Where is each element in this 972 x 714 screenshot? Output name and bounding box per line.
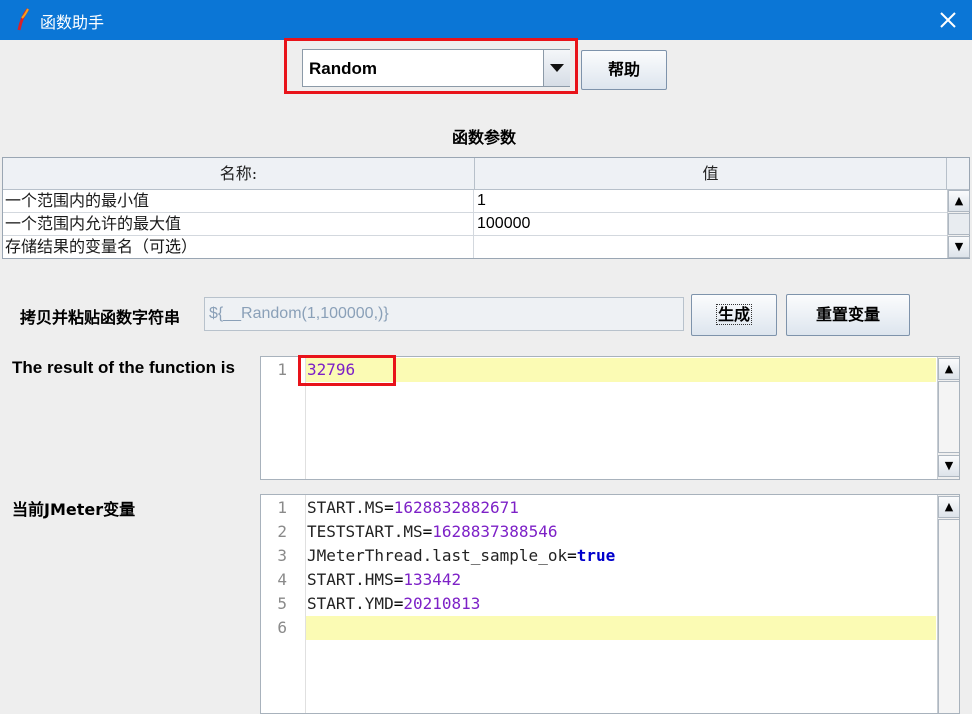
scroll-up-icon[interactable]: ▲ (938, 496, 959, 518)
code-line[interactable]: START.HMS=133442 (307, 568, 461, 592)
generate-button[interactable]: 生成 (691, 294, 777, 336)
variable-key: START.HMS (307, 570, 394, 589)
feather-icon (17, 8, 30, 31)
table-row[interactable]: 一个范围内允许的最大值 100000 (3, 213, 947, 236)
table-scrollbar[interactable]: ▲ ▼ (947, 190, 970, 258)
line-number: 1 (277, 360, 287, 379)
dropdown-button[interactable] (543, 50, 570, 86)
variable-value: 1628837388546 (432, 522, 558, 541)
line-number: 4 (277, 570, 287, 589)
line-number: 2 (277, 522, 287, 541)
generate-button-label: 生成 (715, 304, 752, 325)
variable-key: START.MS (307, 498, 385, 517)
column-header-value[interactable]: 值 (475, 158, 947, 190)
variable-value: 20210813 (403, 594, 481, 613)
variable-value: true (576, 546, 616, 565)
function-string-label: 拷贝并粘贴函数字符串 (20, 308, 181, 327)
scroll-track[interactable] (938, 381, 959, 453)
column-header-name[interactable]: 名称: (3, 158, 475, 190)
variable-value: 1628832882671 (393, 498, 519, 517)
code-line[interactable]: START.MS=1628832882671 (307, 496, 519, 520)
table-corner (947, 158, 969, 190)
function-select[interactable]: Random (302, 49, 570, 87)
line-number: 3 (277, 546, 287, 565)
param-name: 一个范围内允许的最大值 (5, 213, 474, 235)
current-line-highlight (306, 616, 936, 640)
variable-key: JMeterThread.last_sample_ok (307, 546, 568, 565)
code-line[interactable]: JMeterThread.last_sample_ok=true (307, 544, 615, 568)
scroll-up-icon[interactable]: ▲ (948, 190, 970, 212)
variable-value: 133442 (403, 570, 462, 589)
highlight-box-result (298, 355, 396, 386)
param-name: 一个范围内的最小值 (5, 190, 474, 212)
title-bar: 函数助手 (0, 0, 972, 40)
table-row[interactable]: 一个范围内的最小值 1 (3, 190, 947, 213)
variable-key: START.YMD (307, 594, 394, 613)
result-label: The result of the function is (12, 358, 235, 377)
scroll-down-icon[interactable]: ▼ (938, 455, 959, 477)
code-line[interactable]: TESTSTART.MS=1628837388546 (307, 520, 557, 544)
variables-scrollbar[interactable]: ▲ (937, 495, 959, 713)
line-number: 5 (277, 594, 287, 613)
function-select-value: Random (309, 59, 377, 78)
close-icon[interactable] (930, 4, 966, 36)
chevron-down-icon (550, 64, 564, 72)
line-number: 1 (277, 498, 287, 517)
params-table: 名称: 值 一个范围内的最小值 1 一个范围内允许的最大值 100000 存储结… (2, 157, 970, 259)
scroll-thumb[interactable] (948, 213, 970, 235)
scroll-track[interactable] (938, 519, 959, 713)
param-value[interactable]: 1 (477, 190, 943, 212)
variables-label: 当前JMeter变量 (12, 500, 136, 519)
scroll-up-icon[interactable]: ▲ (938, 358, 959, 380)
current-line-highlight (306, 358, 936, 382)
params-section-title: 函数参数 (452, 128, 517, 147)
param-value[interactable]: 100000 (477, 213, 943, 235)
result-scrollbar[interactable]: ▲ ▼ (937, 357, 959, 479)
help-button[interactable]: 帮助 (581, 50, 667, 90)
function-string-field[interactable]: ${__Random(1,100000,)} (204, 297, 684, 331)
variables-editor[interactable]: 1 START.MS=1628832882671 2 TESTSTART.MS=… (260, 494, 960, 714)
code-line[interactable]: START.YMD=20210813 (307, 592, 480, 616)
scroll-down-icon[interactable]: ▼ (948, 236, 970, 258)
table-row[interactable]: 存储结果的变量名（可选） (3, 236, 947, 259)
param-name: 存储结果的变量名（可选） (5, 236, 474, 258)
window-title: 函数助手 (40, 13, 105, 32)
reset-variables-button[interactable]: 重置变量 (786, 294, 910, 336)
line-number: 6 (277, 618, 287, 637)
variable-key: TESTSTART.MS (307, 522, 423, 541)
param-value[interactable] (477, 236, 943, 258)
